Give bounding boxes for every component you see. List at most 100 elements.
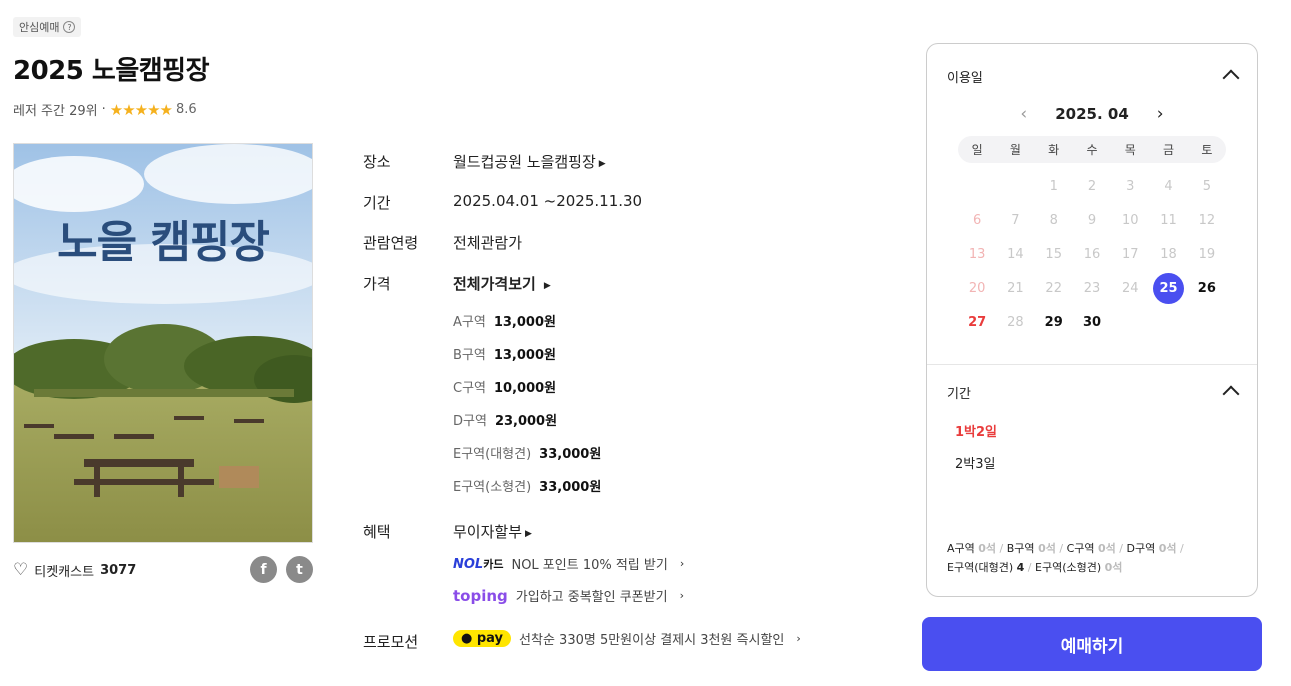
calendar-day-number: 2 <box>1087 178 1097 194</box>
seat-zone: C구역 <box>1066 542 1095 555</box>
calendar-day-selected[interactable]: 25 <box>1149 271 1187 305</box>
seat-zone: B구역 <box>1006 542 1035 555</box>
calendar-day-number: 13 <box>968 246 986 262</box>
calendar-day: 18 <box>1149 237 1187 271</box>
calendar-day-number: 22 <box>1045 280 1062 296</box>
price-row: E구역(대형견) 33,000원 <box>453 443 601 462</box>
seat-count: 0석 <box>1158 542 1177 555</box>
place-value: 월드컵공원 노을캠핑장 <box>453 153 596 171</box>
price-zone: E구역(대형견) <box>453 447 532 462</box>
chevron-right-icon: › <box>679 557 685 570</box>
current-month: 2025. 04 <box>1055 105 1129 123</box>
calendar-day: 14 <box>996 237 1034 271</box>
nol-card-logo: NOL카드 <box>453 556 503 572</box>
installment-link[interactable]: 무이자할부 ▶ <box>453 521 532 542</box>
calendar-day-number: 20 <box>968 280 986 296</box>
price-zone: B구역 <box>453 348 486 363</box>
period-option-2nights[interactable]: 2박3일 <box>955 453 995 472</box>
price-zone: E구역(소형견) <box>453 480 532 495</box>
place-label: 장소 <box>363 153 391 171</box>
calendar-day: 16 <box>1073 237 1111 271</box>
kakaopay-promo-text: 선착순 330명 5만원이상 결제시 3천원 즉시할인 <box>519 633 785 648</box>
prev-month-button[interactable]: ‹ <box>1020 104 1027 124</box>
calendar-blank <box>958 169 996 203</box>
place-link[interactable]: 월드컵공원 노을캠핑장 ▶ <box>453 151 606 172</box>
price-row: E구역(소형견) 33,000원 <box>453 476 601 495</box>
period-section-label: 기간 <box>947 387 971 402</box>
calendar-day[interactable]: 27 <box>958 305 996 339</box>
weekday-label: 월 <box>1009 143 1021 157</box>
month-navigator: ‹ 2025. 04 › <box>927 104 1257 124</box>
calendar-day-number: 5 <box>1202 178 1211 194</box>
collapse-date-icon[interactable] <box>1222 69 1240 87</box>
calendar-blank <box>996 169 1034 203</box>
calendar-day: 13 <box>958 237 996 271</box>
calendar-day: 6 <box>958 203 996 237</box>
calendar-day[interactable]: 26 <box>1188 271 1226 305</box>
kakaopay-logo: ● pay <box>453 630 512 647</box>
calendar-day-number: 16 <box>1083 246 1101 262</box>
weekday-label: 금 <box>1163 143 1175 157</box>
poster-title: 노을 캠핑장 <box>57 217 270 268</box>
price-amount: 33,000원 <box>539 480 602 495</box>
age-value: 전체관람가 <box>453 234 523 252</box>
calendar-day: 10 <box>1111 203 1149 237</box>
calendar-day-number: 17 <box>1122 246 1139 262</box>
price-amount: 23,000원 <box>494 414 558 429</box>
installment-value: 무이자할부 <box>453 523 523 541</box>
calendar-day: 5 <box>1188 169 1226 203</box>
heart-icon[interactable]: ♡ <box>13 560 28 580</box>
calendar-day-number: 9 <box>1087 212 1097 228</box>
nol-card-benefit[interactable]: NOL카드 NOL 포인트 10% 적립 받기 › <box>453 554 685 574</box>
book-button[interactable]: 예매하기 <box>922 617 1262 671</box>
weekday-label: 일 <box>971 143 983 157</box>
rating-stars-icon: ★★★★★ <box>109 100 173 119</box>
calendar-day-number: 25 <box>1153 272 1185 304</box>
calendar-day-number: 28 <box>1007 314 1024 330</box>
toping-benefit-text: 가입하고 중복할인 쿠폰받기 <box>515 590 668 605</box>
calendar-day: 23 <box>1073 271 1111 305</box>
calendar-day-number: 11 <box>1160 212 1177 228</box>
safe-booking-badge[interactable]: 안심예매 ? <box>13 17 82 37</box>
seat-count: 0석 <box>1097 542 1116 555</box>
calendar-day: 1 <box>1035 169 1073 203</box>
calendar-day-number: 10 <box>1122 212 1139 228</box>
toping-benefit[interactable]: toping 가입하고 중복할인 쿠폰받기 › <box>453 586 684 606</box>
kakaopay-logo-text: pay <box>476 631 504 646</box>
seat-count: 0석 <box>1104 561 1123 574</box>
view-all-prices-label: 전체가격보기 <box>453 275 536 293</box>
calendar-day-number: 15 <box>1045 246 1062 262</box>
period-option-1night[interactable]: 1박2일 <box>955 421 997 440</box>
age-label: 관람연령 <box>363 234 419 252</box>
twitter-share-icon[interactable]: t <box>286 556 313 583</box>
facebook-share-icon[interactable]: f <box>250 556 277 583</box>
weekday-label: 목 <box>1124 143 1136 157</box>
calendar-day: 9 <box>1073 203 1111 237</box>
calendar-day-number: 14 <box>1007 246 1024 262</box>
calendar-day-number: 24 <box>1122 280 1139 296</box>
calendar-day[interactable]: 30 <box>1073 305 1111 339</box>
price-row: D구역 23,000원 <box>453 410 557 429</box>
next-month-button[interactable]: › <box>1157 104 1164 124</box>
poster-photo <box>14 144 312 542</box>
price-label: 가격 <box>363 275 391 293</box>
calendar-day: 2 <box>1073 169 1111 203</box>
seat-availability: A구역 0석 / B구역 0석 / C구역 0석 / D구역 0석 / E구역(… <box>947 542 1184 574</box>
weekday-label: 토 <box>1201 143 1213 157</box>
view-all-prices-link[interactable]: 전체가격보기 ▶ <box>453 273 551 294</box>
calendar-day[interactable]: 29 <box>1035 305 1073 339</box>
collapse-period-icon[interactable] <box>1222 385 1240 403</box>
caret-right-icon: ▶ <box>543 281 551 291</box>
seat-zone: D구역 <box>1126 542 1156 555</box>
rank-line: 레저 주간 29위 · ★★★★★ 8.6 <box>13 100 197 120</box>
calendar-day-number: 3 <box>1126 178 1135 194</box>
calendar-day-number: 1 <box>1049 178 1058 194</box>
seat-count: 4 <box>1016 561 1025 574</box>
calendar-day-number: 27 <box>968 314 987 330</box>
weekday-header: 일 월 화 수 목 금 토 <box>958 136 1226 163</box>
question-circle-icon[interactable]: ? <box>63 21 76 33</box>
like-section[interactable]: ♡ 티켓캐스트 3077 <box>13 560 136 580</box>
badge-label: 안심예매 <box>19 21 60 34</box>
seat-zone: E구역(대형견) <box>947 561 1014 574</box>
kakaopay-promo[interactable]: ● pay 선착순 330명 5만원이상 결제시 3천원 즉시할인 › <box>453 629 801 648</box>
